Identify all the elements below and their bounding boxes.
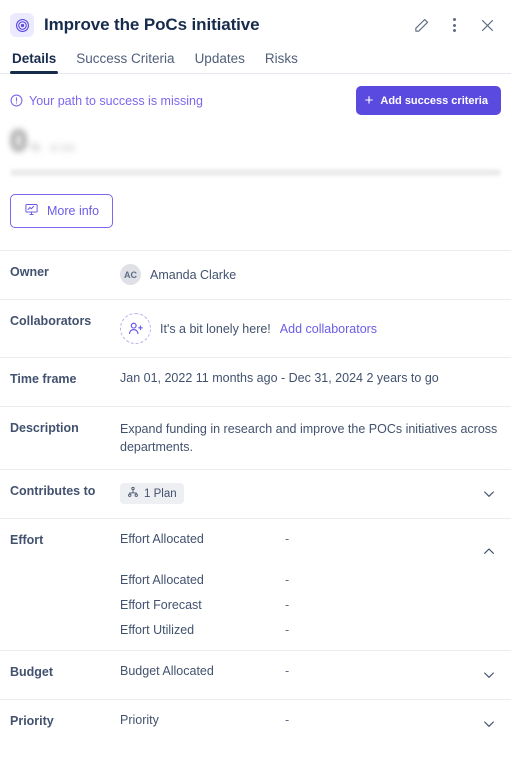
budget-summary-metric: Budget Allocated - (120, 664, 289, 678)
row-label-contributes-to: Contributes to (10, 484, 96, 499)
row-effort: Effort Effort Allocated - Effort Allocat… (0, 518, 511, 650)
row-collaborators: Collaborators It's a bit lonely here! Ad… (0, 299, 511, 357)
row-label-collaborators: Collaborators (10, 314, 92, 328)
tab-success-criteria[interactable]: Success Criteria (76, 51, 174, 73)
more-options-icon[interactable] (444, 15, 464, 35)
budget-value: Budget Allocated - (120, 664, 501, 678)
row-label-owner: Owner (10, 265, 49, 279)
plan-chip[interactable]: 1 Plan (120, 483, 184, 505)
time-frame-text: Jan 01, 2022 11 months ago - Dec 31, 202… (120, 371, 439, 385)
effort-summary-metric: Effort Allocated - (120, 532, 501, 546)
contributes-to-value: 1 Plan (120, 483, 501, 505)
progress-section: 0 % of 100 (0, 115, 511, 176)
hierarchy-icon (127, 486, 139, 501)
priority-value: Priority - (120, 713, 501, 727)
panel-header: Improve the PoCs initiative (0, 0, 511, 42)
description-value[interactable]: Expand funding in research and improve t… (120, 420, 501, 456)
chevron-down-icon[interactable] (481, 486, 497, 502)
add-success-criteria-button[interactable]: + Add success criteria (355, 86, 501, 115)
header-actions (411, 15, 501, 35)
alert-text: Your path to success is missing (29, 93, 203, 108)
row-label-priority: Priority (10, 714, 54, 729)
row-budget: Budget Budget Allocated - (0, 650, 511, 699)
target-icon (10, 13, 34, 37)
more-info-section: More info (0, 176, 511, 228)
more-info-label: More info (47, 204, 100, 218)
chevron-down-icon[interactable] (481, 667, 497, 683)
priority-summary-metric: Priority - (120, 713, 289, 727)
effort-sub-row: Effort Utilized - (120, 623, 501, 637)
tab-details[interactable]: Details (9, 51, 59, 74)
row-label-effort: Effort (10, 533, 44, 548)
progress-percent-symbol: % (30, 142, 41, 154)
progress-percent-value: 0 (10, 123, 28, 158)
time-frame-value[interactable]: Jan 01, 2022 11 months ago - Dec 31, 202… (120, 371, 501, 385)
presentation-chart-icon (24, 202, 39, 220)
effort-utilized-name: Effort Utilized (120, 623, 195, 638)
plan-chip-label: 1 Plan (144, 487, 177, 500)
chevron-down-icon[interactable] (481, 716, 497, 732)
budget-allocated-name: Budget Allocated (120, 664, 214, 679)
effort-sub-row: Effort Forecast - (120, 598, 501, 612)
path-missing-alert: Your path to success is missing (10, 94, 203, 108)
add-person-icon[interactable] (120, 313, 151, 344)
effort-summary-value: - (285, 532, 290, 547)
row-label-budget: Budget (10, 665, 54, 680)
row-contributes-to: Contributes to 1 Plan (0, 469, 511, 518)
edit-icon[interactable] (411, 15, 431, 35)
row-owner: Owner AC Amanda Clarke (0, 250, 511, 299)
effort-allocated-value: - (285, 573, 290, 588)
effort-forecast-name: Effort Forecast (120, 598, 202, 613)
priority-name: Priority (120, 713, 159, 728)
effort-allocated-name: Effort Allocated (120, 573, 204, 588)
budget-allocated-value: - (285, 664, 290, 679)
description-text: Expand funding in research and improve t… (120, 422, 498, 455)
owner-name: Amanda Clarke (150, 267, 237, 282)
priority-value-text: - (285, 713, 290, 728)
page-title: Improve the PoCs initiative (44, 15, 260, 34)
effort-utilized-value: - (285, 623, 290, 638)
effort-summary-name: Effort Allocated (120, 532, 204, 547)
effort-sub-metrics: Effort Allocated - Effort Forecast - Eff… (120, 573, 501, 637)
collaborators-value: It's a bit lonely here! Add collaborator… (120, 313, 501, 344)
tab-updates[interactable]: Updates (195, 51, 245, 73)
close-icon[interactable] (477, 15, 497, 35)
collaborators-empty-text: It's a bit lonely here! (160, 321, 271, 336)
plus-icon: + (364, 92, 374, 109)
details-list: Owner AC Amanda Clarke Collaborators It'… (0, 250, 511, 748)
row-label-time-frame: Time frame (10, 372, 77, 386)
owner-value[interactable]: AC Amanda Clarke (120, 264, 501, 285)
add-collaborators-link[interactable]: Add collaborators (280, 322, 377, 336)
row-time-frame: Time frame Jan 01, 2022 11 months ago - … (0, 357, 511, 406)
row-priority: Priority Priority - (0, 699, 511, 748)
progress-percent: 0 % of 100 (10, 125, 501, 161)
tab-risks[interactable]: Risks (265, 51, 298, 73)
row-description: Description Expand funding in research a… (0, 406, 511, 469)
progress-bar (10, 169, 501, 176)
effort-value: Effort Allocated - Effort Allocated - Ef… (120, 532, 501, 637)
chevron-up-icon[interactable] (481, 543, 497, 559)
progress-of-label: of 100 (50, 143, 76, 153)
add-success-criteria-label: Add success criteria (380, 94, 488, 107)
tab-bar: Details Success Criteria Updates Risks (0, 42, 511, 74)
row-label-description: Description (10, 421, 79, 435)
info-circle-icon (10, 94, 23, 107)
initiative-detail-panel: Improve the PoCs initiative Details Succ… (0, 0, 511, 766)
avatar: AC (120, 264, 141, 285)
alert-row: Your path to success is missing + Add su… (0, 74, 511, 115)
effort-sub-row: Effort Allocated - (120, 573, 501, 587)
more-info-button[interactable]: More info (10, 194, 114, 228)
effort-forecast-value: - (285, 598, 290, 613)
